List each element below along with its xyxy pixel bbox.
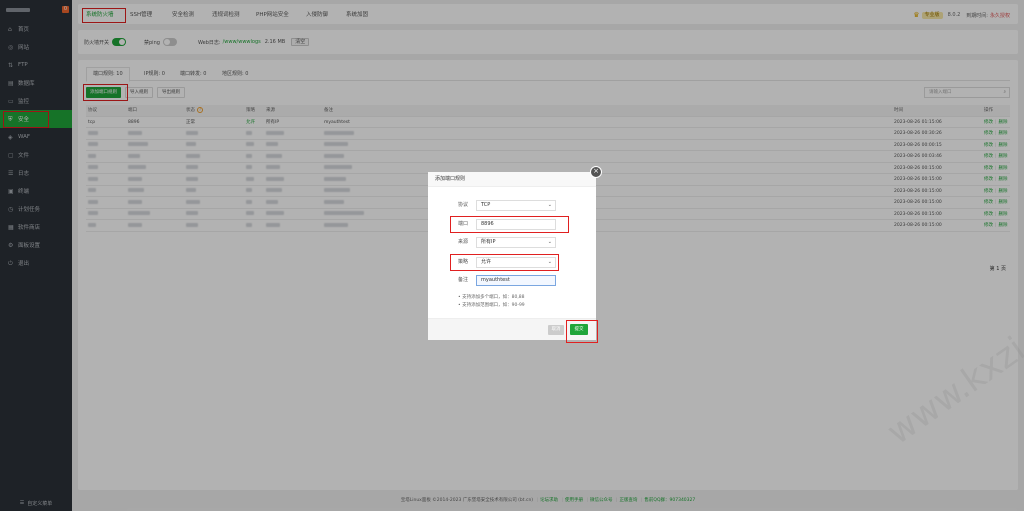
source-row: 来源 所有IP ⌄ — [428, 237, 596, 248]
protocol-label: 协议 — [457, 202, 468, 208]
source-label: 来源 — [457, 239, 468, 245]
policy-highlight — [450, 254, 559, 271]
tip-item: • 支持添加范围端口，如：90-99 — [458, 303, 525, 308]
dialog-tips: • 支持添加多个端口，如：80,88 • 支持添加范围端口，如：90-99 — [458, 294, 525, 310]
chevron-down-icon: ⌄ — [547, 239, 552, 245]
port-highlight — [450, 216, 569, 233]
source-select[interactable]: 所有IP ⌄ — [476, 237, 556, 248]
close-icon[interactable]: × — [590, 166, 602, 178]
protocol-row: 协议 TCP ⌄ — [428, 200, 596, 211]
protocol-value: TCP — [481, 202, 491, 208]
remark-input[interactable]: myauthtest — [476, 275, 556, 286]
add-port-rule-dialog: 添加端口规则 × 协议 TCP ⌄ 端口 8896 来源 所有IP ⌄ 策略 允… — [428, 166, 602, 343]
remark-label: 备注 — [457, 277, 468, 283]
protocol-select[interactable]: TCP ⌄ — [476, 200, 556, 211]
remark-row: 备注 myauthtest — [428, 275, 596, 286]
source-value: 所有IP — [481, 239, 496, 245]
submit-highlight — [566, 320, 598, 343]
tip-item: • 支持添加多个端口，如：80,88 — [458, 295, 525, 300]
chevron-down-icon: ⌄ — [547, 202, 552, 208]
dialog-title: 添加端口规则 — [428, 172, 596, 187]
cancel-button[interactable]: 取消 — [548, 325, 564, 335]
remark-value: myauthtest — [481, 277, 510, 283]
